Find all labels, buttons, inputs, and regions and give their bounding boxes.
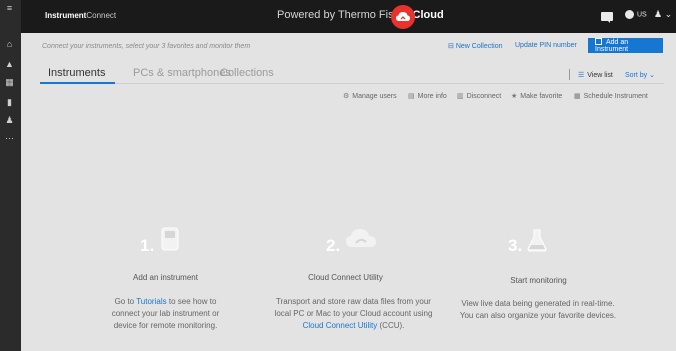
schedule-instrument-label: Schedule Instrument: [583, 93, 648, 100]
cloud-connect-utility-link[interactable]: Cloud Connect Utility: [303, 321, 378, 330]
tab-collections[interactable]: Collections: [220, 67, 274, 79]
view-list-label: View list: [587, 72, 613, 79]
step-2-title: Cloud Connect Utility: [308, 273, 383, 282]
instrument-icon: [161, 227, 179, 256]
language-label: US: [637, 11, 647, 19]
calendar-icon: ▦: [574, 93, 581, 100]
chat-icon[interactable]: [601, 12, 613, 23]
brand-light: Connect: [86, 11, 117, 20]
disconnect-action[interactable]: ▥ Disconnect: [457, 92, 501, 100]
new-collection-label: New Collection: [455, 43, 503, 50]
list-icon: ☰: [578, 72, 585, 79]
brand-bold: Instrument: [45, 11, 87, 20]
tutorials-link[interactable]: Tutorials: [136, 297, 166, 306]
powered-by-text: Powered by Thermo Fisher: [277, 9, 410, 21]
step-1-title: Add an instrument: [133, 273, 198, 282]
flask-monitor-icon: [526, 228, 548, 257]
manage-users-label: Manage users: [352, 93, 397, 100]
add-icon: [595, 38, 602, 45]
chevron-down-icon: ⌄: [649, 72, 656, 79]
step-1-number: 1.: [140, 236, 155, 255]
step-2-description: Transport and store raw data files from …: [272, 296, 435, 332]
globe-icon: [625, 10, 634, 19]
update-pin-link[interactable]: Update PIN number: [515, 42, 577, 49]
tab-instruments[interactable]: Instruments: [48, 67, 105, 79]
step-3-desc-prefix: View live data being generated in real-t…: [459, 299, 617, 320]
sort-by-dropdown[interactable]: Sort by ⌄: [625, 71, 655, 79]
menu-icon[interactable]: ≡: [4, 4, 15, 13]
language-selector[interactable]: US: [625, 10, 647, 19]
powered-cloud-text: Cloud: [412, 9, 444, 21]
schedule-instrument-action[interactable]: ▦ Schedule Instrument: [574, 92, 648, 100]
make-favorite-label: Make favorite: [520, 93, 563, 100]
manage-users-action[interactable]: ⚙ Manage users: [343, 92, 397, 100]
view-separator: [569, 69, 570, 80]
view-list-button[interactable]: ☰ View list: [578, 71, 613, 79]
step-3-title: Start monitoring: [510, 276, 567, 285]
tab-divider: [40, 83, 664, 84]
top-bar: InstrumentConnect Powered by Thermo Fish…: [21, 0, 676, 33]
disconnect-label: Disconnect: [466, 93, 502, 100]
step-1-description: Go to Tutorials to see how to connect yo…: [100, 296, 231, 332]
active-tab-indicator: [40, 82, 115, 84]
info-icon: ▤: [408, 93, 415, 100]
app-brand[interactable]: InstrumentConnect: [45, 11, 116, 20]
step-2-desc-prefix: Transport and store raw data files from …: [274, 297, 433, 318]
new-collection-link[interactable]: ⊟ New Collection: [448, 42, 503, 50]
grid-icon[interactable]: ▦: [4, 78, 15, 87]
gear-icon: ⚙: [343, 93, 350, 100]
page-hint: Connect your instruments, select your 3 …: [42, 43, 251, 50]
collection-icon: ⊟: [448, 43, 454, 50]
device-icon[interactable]: ▮: [4, 98, 15, 107]
cloud-logo-icon: [391, 5, 415, 29]
step-2-desc-suffix: (CCU).: [379, 321, 405, 330]
flask-icon[interactable]: ▲: [4, 60, 15, 69]
more-icon[interactable]: ⋯: [4, 134, 15, 143]
make-favorite-action[interactable]: ★ Make favorite: [511, 92, 562, 100]
home-icon[interactable]: ⌂: [4, 40, 15, 49]
step-3-number: 3.: [508, 236, 523, 255]
powered-by: Powered by Thermo Fisher Cloud: [277, 9, 444, 21]
tab-pcs-smartphones[interactable]: PCs & smartphones: [133, 67, 231, 79]
user-menu[interactable]: ♟ ⌄: [654, 9, 672, 20]
sort-by-label: Sort by: [625, 72, 648, 79]
chevron-down-icon: ⌄: [664, 9, 673, 19]
users-icon[interactable]: ♟: [4, 116, 15, 125]
step-1-desc-prefix: Go to: [114, 297, 135, 306]
cloud-upload-icon: [344, 225, 378, 256]
user-icon: ♟: [654, 9, 663, 19]
star-icon: ★: [511, 93, 518, 100]
step-2-number: 2.: [326, 236, 341, 255]
more-info-action[interactable]: ▤ More info: [408, 92, 447, 100]
trash-icon: ▥: [457, 93, 464, 100]
add-instrument-button[interactable]: Add an Instrument: [588, 38, 663, 53]
left-rail: ≡ ⌂ ▲ ▦ ▮ ♟ ⋯: [0, 0, 21, 351]
more-info-label: More info: [417, 93, 447, 100]
step-3-description: View live data being generated in real-t…: [458, 298, 618, 322]
